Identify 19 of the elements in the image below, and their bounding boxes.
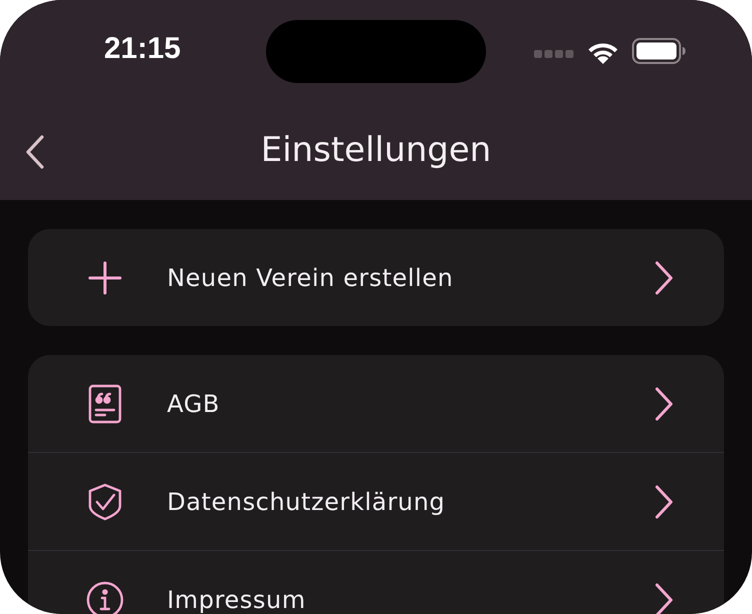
settings-row[interactable]: Neuen Verein erstellen — [28, 229, 724, 326]
battery-icon — [632, 38, 686, 64]
chevron-icon — [654, 260, 674, 294]
chevron-icon — [654, 582, 674, 614]
row-label: AGB — [167, 390, 221, 418]
page-title: Einstellungen — [260, 130, 492, 170]
back-button[interactable] — [24, 135, 46, 169]
row-label: Datenschutzerklärung — [167, 488, 446, 516]
chevron-icon — [654, 484, 674, 518]
settings-row[interactable]: Datenschutzerklärung — [28, 452, 724, 550]
row-label: Impressum — [167, 586, 307, 614]
info-icon — [85, 580, 125, 614]
signal-icon — [534, 49, 574, 59]
settings-row[interactable]: Impressum — [28, 550, 724, 614]
back-icon — [24, 135, 46, 169]
status-time: 21:15 — [104, 32, 181, 66]
chevron-icon — [654, 386, 674, 420]
settings-row[interactable]: AGB — [28, 355, 724, 452]
row-label: Neuen Verein erstellen — [167, 264, 454, 292]
